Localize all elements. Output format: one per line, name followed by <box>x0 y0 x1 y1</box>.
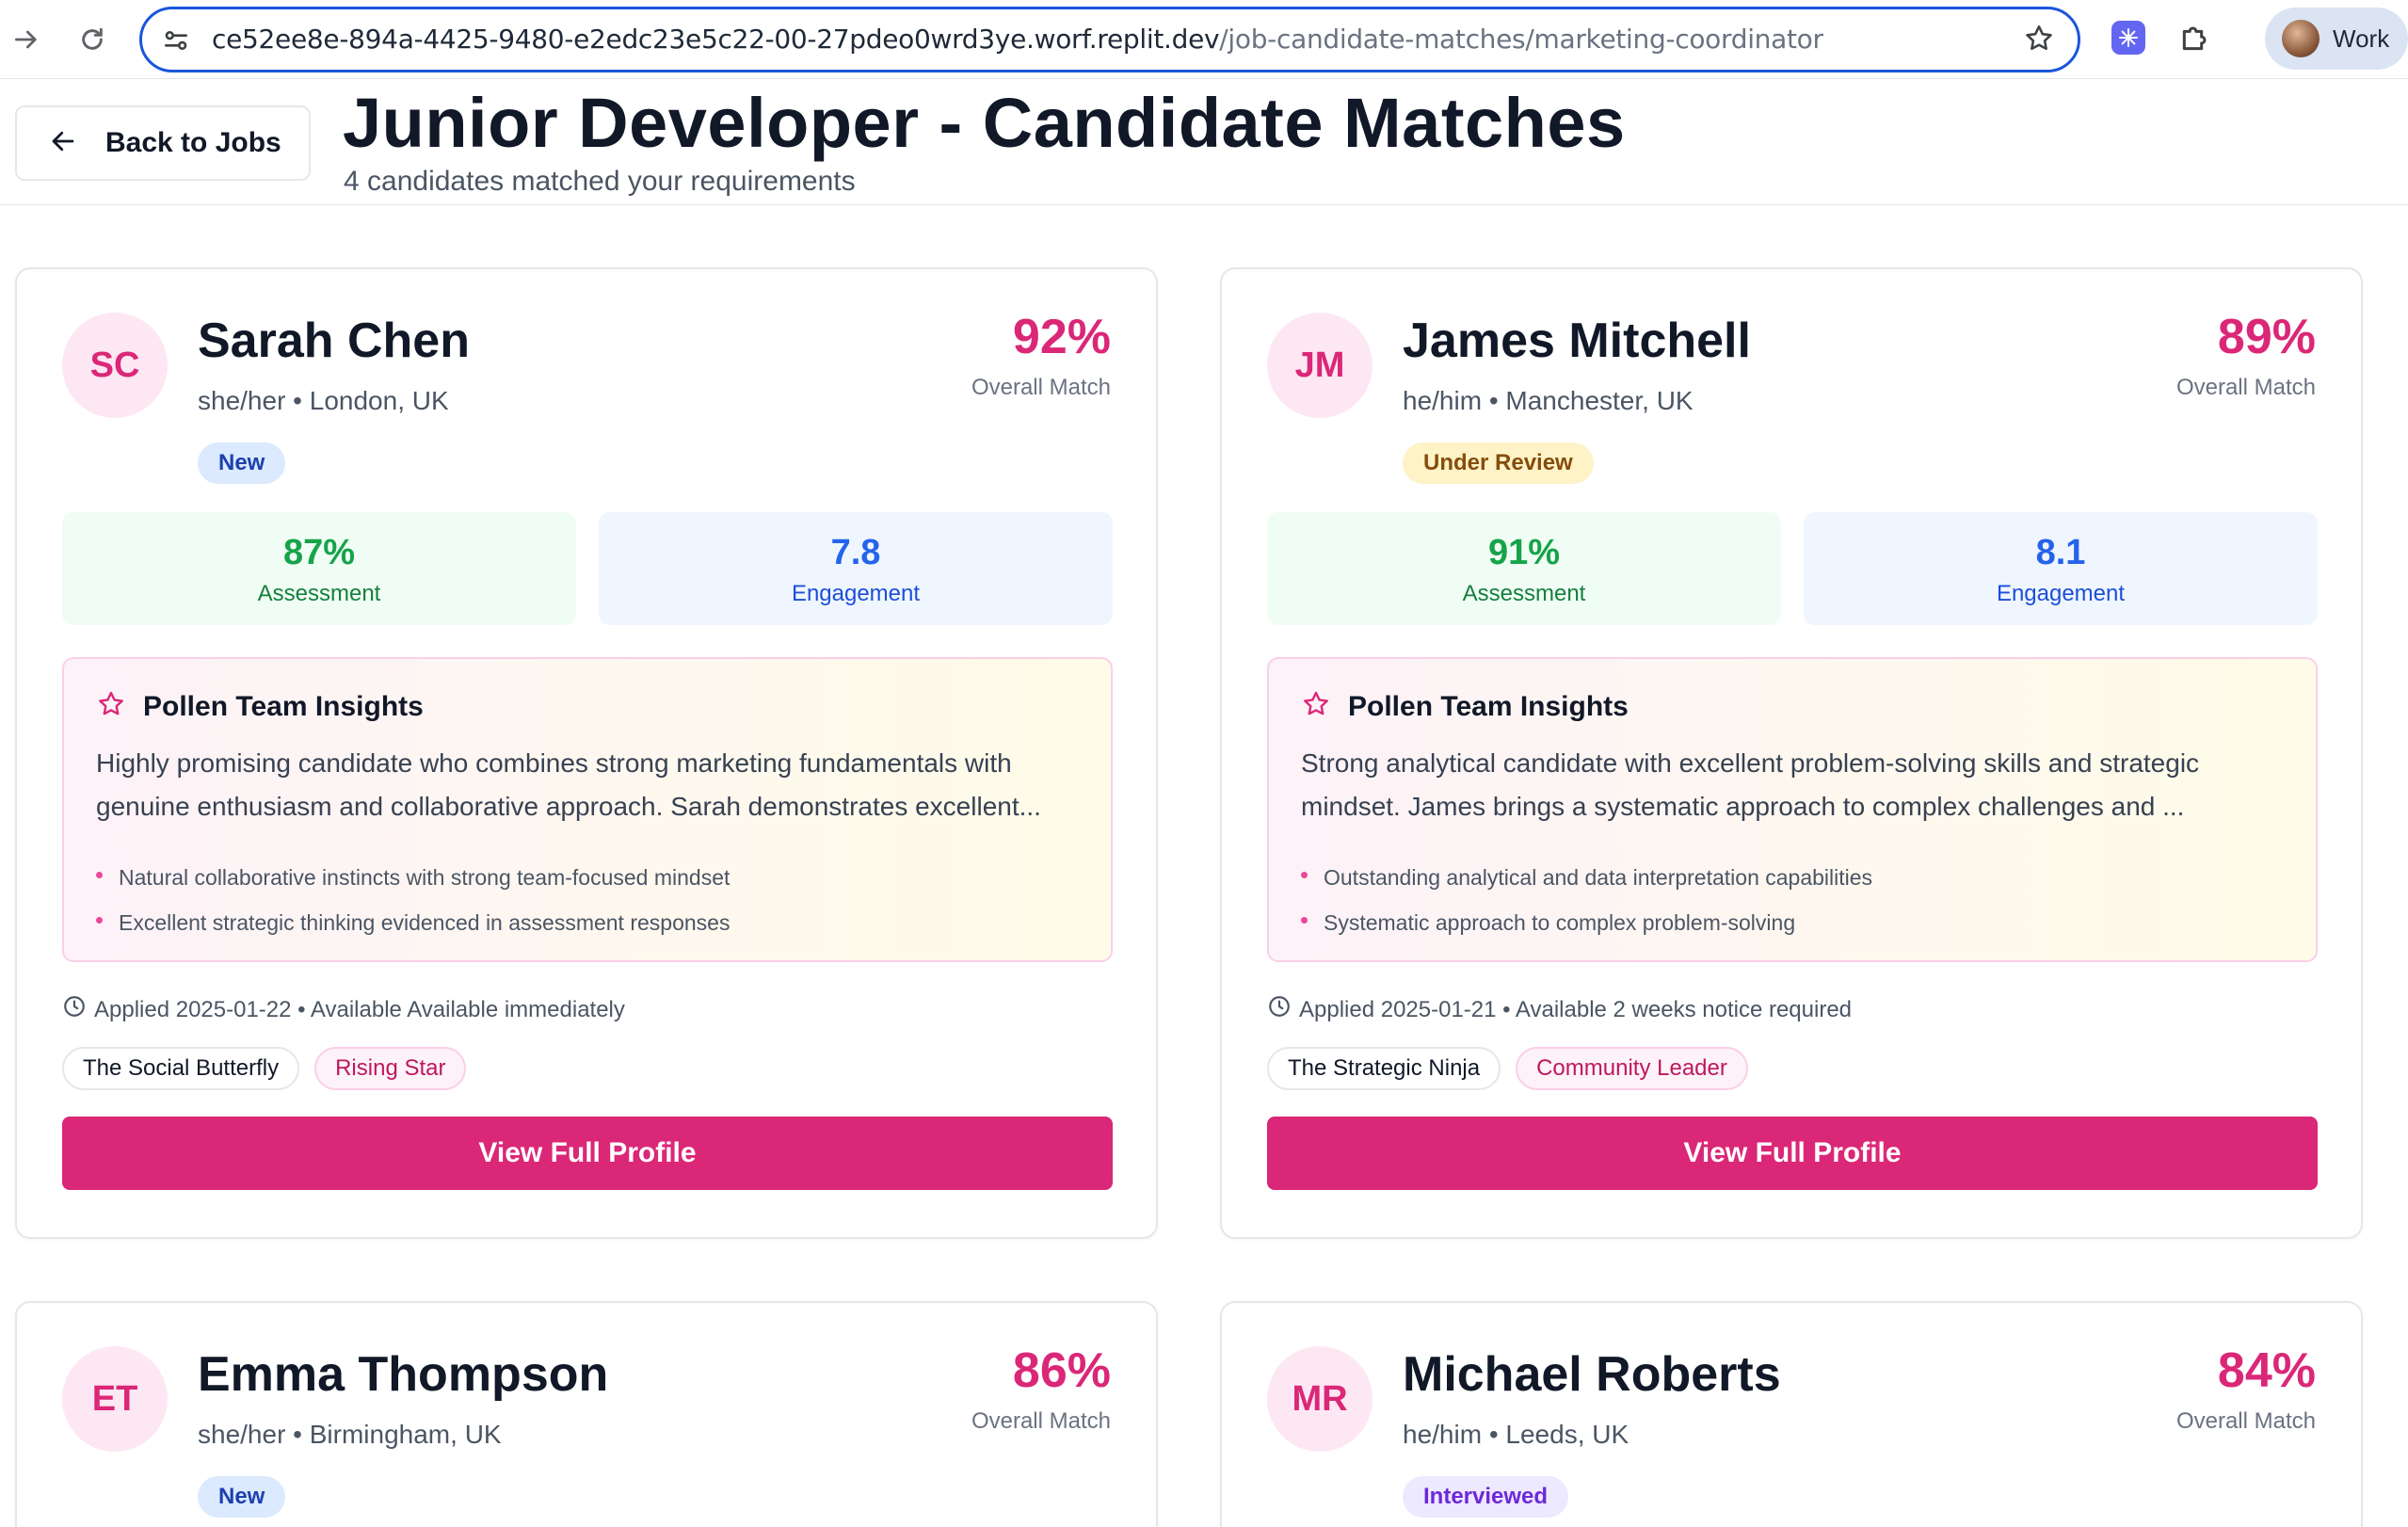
persona-tag: The Social Butterfly <box>62 1047 300 1090</box>
star-icon <box>1301 689 1331 724</box>
forward-icon[interactable] <box>0 13 53 66</box>
engagement-label: Engagement <box>1996 581 2126 606</box>
insights-summary: Highly promising candidate who combines … <box>96 748 1041 821</box>
status-badge: New <box>198 442 286 484</box>
url-text[interactable]: ce52ee8e-894a-4425-9480-e2edc23e5c22-00-… <box>212 9 1823 70</box>
applied-text: Applied 2025-01-22 • Available Available… <box>94 996 625 1022</box>
clock-icon <box>1267 994 1292 1025</box>
avatar: ET <box>62 1346 168 1452</box>
insight-point: Systematic approach to complex problem-s… <box>1301 900 1872 945</box>
status-badge: Interviewed <box>1403 1476 1569 1518</box>
assessment-label: Assessment <box>257 581 381 606</box>
applied-info: Applied 2025-01-21 • Available 2 weeks n… <box>1267 994 1852 1025</box>
browser-toolbar: ce52ee8e-894a-4425-9480-e2edc23e5c22-00-… <box>0 0 2408 79</box>
profile-avatar <box>2282 20 2320 57</box>
candidate-card: SC Sarah Chen she/her • London, UK 92% O… <box>15 267 1158 1239</box>
overall-match: 86% Overall Match <box>971 1346 1111 1435</box>
engagement-value: 7.8 <box>830 533 881 572</box>
status-badge: Under Review <box>1403 442 1594 484</box>
overall-match-label: Overall Match <box>971 1408 1111 1434</box>
candidate-card: MR Michael Roberts he/him • Leeds, UK 84… <box>1220 1301 2363 1527</box>
candidate-meta: he/him • Manchester, UK <box>1403 386 1694 415</box>
candidate-meta: she/her • Birmingham, UK <box>198 1420 502 1449</box>
overall-match-label: Overall Match <box>971 375 1111 400</box>
engagement-tile: 7.8 Engagement <box>599 512 1113 625</box>
candidate-name: Michael Roberts <box>1403 1347 1781 1402</box>
insights-title: Pollen Team Insights <box>1348 690 1629 722</box>
insights-panel: Pollen Team Insights Highly promising ca… <box>62 657 1113 962</box>
site-info-icon[interactable] <box>161 25 191 60</box>
candidate-meta: she/her • London, UK <box>198 386 449 415</box>
url-path: /job-candidate-matches/marketing-coordin… <box>1219 24 1823 55</box>
insights-summary: Strong analytical candidate with excelle… <box>1301 748 2200 821</box>
overall-match: 92% Overall Match <box>971 313 1111 401</box>
clock-icon <box>62 994 87 1025</box>
insight-point: Outstanding analytical and data interpre… <box>1301 855 1872 900</box>
candidate-name: Sarah Chen <box>198 313 470 368</box>
tag-list: The Strategic Ninja Community Leader <box>1267 1047 1748 1090</box>
assessment-tile: 91% Assessment <box>1267 512 1781 625</box>
overall-match-value: 89% <box>2217 310 2316 364</box>
overall-match-label: Overall Match <box>2175 375 2316 400</box>
star-icon <box>96 689 126 724</box>
arrow-left-icon <box>49 127 77 160</box>
view-full-profile-button[interactable]: View Full Profile <box>62 1117 1113 1190</box>
overall-match-label: Overall Match <box>2175 1408 2316 1434</box>
candidate-meta: he/him • Leeds, UK <box>1403 1420 1629 1449</box>
assessment-tile: 87% Assessment <box>62 512 576 625</box>
overall-match-value: 92% <box>1012 310 1111 364</box>
back-to-jobs-button[interactable]: Back to Jobs <box>15 105 311 181</box>
page-title: Junior Developer - Candidate Matches <box>343 84 1626 162</box>
insights-panel: Pollen Team Insights Strong analytical c… <box>1267 657 2318 962</box>
overall-match: 84% Overall Match <box>2176 1346 2316 1435</box>
persona-tag: The Strategic Ninja <box>1267 1047 1501 1090</box>
insight-point: Natural collaborative instincts with str… <box>96 855 730 900</box>
overall-match-value: 84% <box>2217 1343 2316 1398</box>
candidate-card: JM James Mitchell he/him • Manchester, U… <box>1220 267 2363 1239</box>
insights-title: Pollen Team Insights <box>143 690 424 722</box>
address-bar[interactable]: ce52ee8e-894a-4425-9480-e2edc23e5c22-00-… <box>139 7 2080 72</box>
back-to-jobs-label: Back to Jobs <box>105 127 281 158</box>
url-host: ce52ee8e-894a-4425-9480-e2edc23e5c22-00-… <box>212 24 1220 55</box>
extension-icon[interactable] <box>2111 21 2145 55</box>
candidate-name: Emma Thompson <box>198 1347 609 1402</box>
assessment-label: Assessment <box>1462 581 1586 606</box>
achievement-tag: Community Leader <box>1516 1047 1748 1090</box>
status-badge: New <box>198 1476 286 1518</box>
insight-point: Excellent strategic thinking evidenced i… <box>96 900 730 945</box>
view-full-profile-button[interactable]: View Full Profile <box>1267 1117 2318 1190</box>
extensions-puzzle-icon[interactable] <box>2176 19 2214 61</box>
engagement-tile: 8.1 Engagement <box>1804 512 2318 625</box>
assessment-value: 91% <box>1487 533 1561 572</box>
overall-match: 89% Overall Match <box>2176 313 2316 401</box>
page-subtitle: 4 candidates matched your requirements <box>344 166 856 197</box>
avatar: MR <box>1267 1346 1373 1452</box>
bookmark-star-icon[interactable] <box>2023 23 2055 59</box>
overall-match-value: 86% <box>1012 1343 1111 1398</box>
avatar: JM <box>1267 313 1373 418</box>
applied-text: Applied 2025-01-21 • Available 2 weeks n… <box>1299 996 1853 1022</box>
engagement-value: 8.1 <box>2035 533 2086 572</box>
reload-icon[interactable] <box>66 13 119 66</box>
candidate-card: ET Emma Thompson she/her • Birmingham, U… <box>15 1301 1158 1527</box>
avatar: SC <box>62 313 168 418</box>
applied-info: Applied 2025-01-22 • Available Available… <box>62 994 625 1025</box>
engagement-label: Engagement <box>791 581 921 606</box>
page-header: Back to Jobs Junior Developer - Candidat… <box>0 79 2408 205</box>
achievement-tag: Rising Star <box>314 1047 467 1090</box>
profile-label: Work <box>2333 24 2390 53</box>
tag-list: The Social Butterfly Rising Star <box>62 1047 467 1090</box>
assessment-value: 87% <box>282 533 356 572</box>
candidate-name: James Mitchell <box>1403 313 1751 368</box>
profile-button[interactable]: Work <box>2265 8 2408 70</box>
